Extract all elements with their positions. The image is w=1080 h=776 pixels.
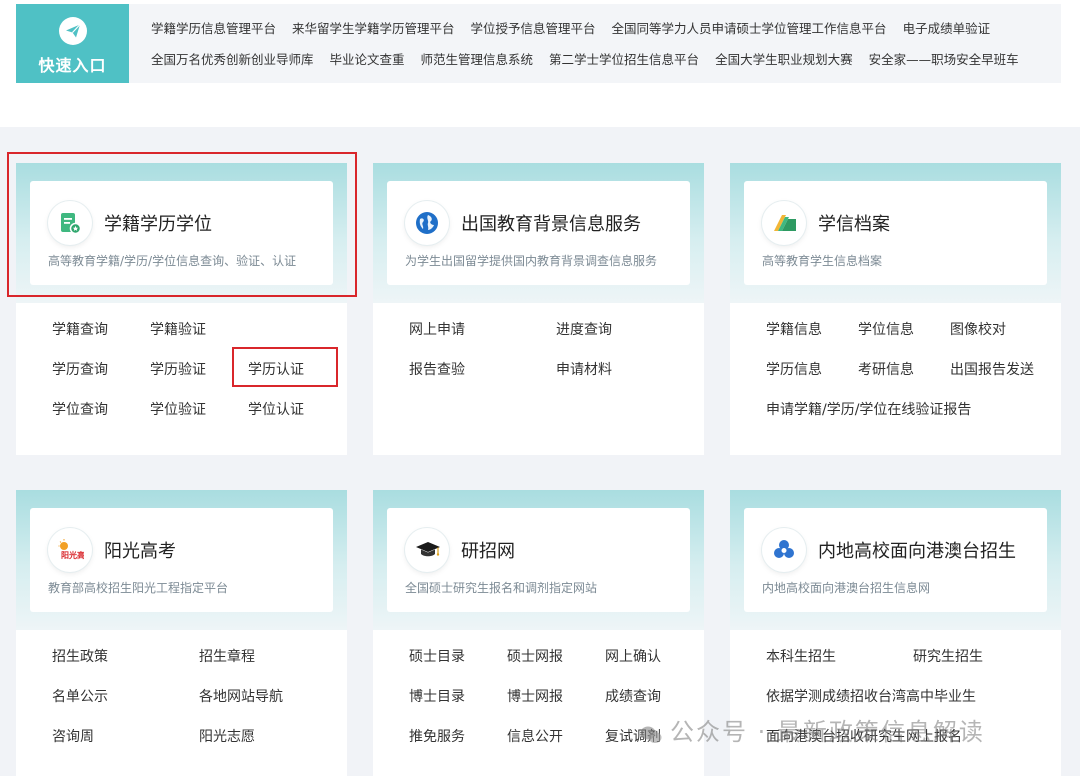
card-header[interactable]: 学信档案 高等教育学生信息档案 bbox=[744, 181, 1047, 285]
quick-entry-bar: 快速入口 学籍学历信息管理平台 来华留学生学籍学历管理平台 学位授予信息管理平台 全国… bbox=[16, 4, 1061, 83]
link-admission-charter[interactable]: 招生章程 bbox=[199, 646, 255, 666]
link-image-check[interactable]: 图像校对 bbox=[950, 319, 1006, 339]
link-sunshine-volunteer[interactable]: 阳光志愿 bbox=[199, 726, 255, 746]
link-xueli-verify[interactable]: 学历验证 bbox=[150, 359, 206, 379]
quick-links: 学籍学历信息管理平台 来华留学生学籍学历管理平台 学位授予信息管理平台 全国同等学力人… bbox=[151, 18, 1051, 80]
link-kaoyan-info[interactable]: 考研信息 bbox=[858, 359, 914, 379]
quick-links-row-2: 全国万名优秀创新创业导师库 毕业论文查重 师范生管理信息系统 第二学士学位招生信息平台… bbox=[151, 49, 1051, 80]
document-badge-icon bbox=[48, 201, 92, 245]
watermark: 公众号 · 最新政策信息解读 bbox=[640, 712, 985, 747]
link-xueli-certify[interactable]: 学历认证 bbox=[248, 359, 304, 379]
card-title: 出国教育背景信息服务 bbox=[461, 214, 641, 235]
watermark-text: 公众号 · 最新政策信息解读 bbox=[670, 718, 985, 746]
link-name-list[interactable]: 名单公示 bbox=[52, 686, 108, 706]
card-title: 内地高校面向港澳台招生 bbox=[818, 541, 1016, 562]
flower-cluster-icon bbox=[762, 528, 806, 572]
graduation-cap-icon bbox=[405, 528, 449, 572]
link-xueji-verify[interactable]: 学籍验证 bbox=[150, 319, 206, 339]
link-report-send[interactable]: 出国报告发送 bbox=[950, 359, 1034, 379]
card-links: 硕士目录 硕士网报 网上确认 博士目录 博士网报 成绩查询 推免服务 信息公开 … bbox=[373, 630, 704, 776]
link-online-confirm[interactable]: 网上确认 bbox=[605, 646, 661, 666]
quick-link[interactable]: 安全家——职场安全早班车 bbox=[869, 49, 1019, 71]
card-chuguo-jiaoyu-beijing: 出国教育背景信息服务 为学生出国留学提供国内教育背景调查信息服务 网上申请 进度… bbox=[373, 163, 704, 455]
link-taiwan-admission[interactable]: 依据学测成绩招收台湾高中毕业生 bbox=[766, 686, 976, 706]
link-info-disclosure[interactable]: 信息公开 bbox=[507, 726, 563, 746]
quick-link[interactable]: 毕业论文查重 bbox=[330, 49, 405, 71]
link-admission-policy[interactable]: 招生政策 bbox=[52, 646, 108, 666]
link-consult-week[interactable]: 咨询周 bbox=[52, 726, 94, 746]
paper-plane-icon bbox=[59, 17, 87, 45]
link-xueji-info[interactable]: 学籍信息 bbox=[766, 319, 822, 339]
quick-link[interactable]: 师范生管理信息系统 bbox=[421, 49, 534, 71]
quick-links-row-1: 学籍学历信息管理平台 来华留学生学籍学历管理平台 学位授予信息管理平台 全国同等学力人… bbox=[151, 18, 1051, 49]
card-header[interactable]: 研招网 全国硕士研究生报名和调剂指定网站 bbox=[387, 508, 690, 612]
link-xueli-query[interactable]: 学历查询 bbox=[52, 359, 108, 379]
card-title: 学籍学历学位 bbox=[104, 214, 212, 235]
quick-entry-badge: 快速入口 bbox=[16, 4, 129, 83]
link-site-nav[interactable]: 各地网站导航 bbox=[199, 686, 283, 706]
link-xueji-query[interactable]: 学籍查询 bbox=[52, 319, 108, 339]
link-xuewei-info[interactable]: 学位信息 bbox=[858, 319, 914, 339]
link-verify-report-apply[interactable]: 申请学籍/学历/学位在线验证报告 bbox=[766, 399, 971, 419]
quick-link[interactable]: 学籍学历信息管理平台 bbox=[151, 18, 276, 40]
card-links: 招生政策 招生章程 名单公示 各地网站导航 咨询周 阳光志愿 bbox=[16, 630, 347, 776]
card-subtitle: 高等教育学生信息档案 bbox=[762, 254, 883, 268]
link-phd-catalog[interactable]: 博士目录 bbox=[409, 686, 465, 706]
card-links: 本科生招生 研究生招生 依据学测成绩招收台湾高中毕业生 面向港澳台招收研究生网上… bbox=[730, 630, 1061, 776]
card-subtitle: 为学生出国留学提供国内教育背景调查信息服务 bbox=[405, 254, 658, 268]
link-xuewei-certify[interactable]: 学位认证 bbox=[248, 399, 304, 419]
link-score-query[interactable]: 成绩查询 bbox=[605, 686, 661, 706]
link-report-check[interactable]: 报告查验 bbox=[409, 359, 465, 379]
quick-link[interactable]: 全国大学生职业规划大赛 bbox=[715, 49, 853, 71]
card-yangguang-gaokao: 阳光高考 阳光高考 教育部高校招生阳光工程指定平台 招生政策 招生章程 名单公示… bbox=[16, 490, 347, 776]
card-xueji-xueli-xuewei: 学籍学历学位 高等教育学籍/学历/学位信息查询、验证、认证 学籍查询 学籍验证 … bbox=[16, 163, 347, 455]
card-header[interactable]: 学籍学历学位 高等教育学籍/学历/学位信息查询、验证、认证 bbox=[30, 181, 333, 285]
card-title: 学信档案 bbox=[818, 214, 890, 235]
link-master-online-apply[interactable]: 硕士网报 bbox=[507, 646, 563, 666]
card-links: 学籍信息 学位信息 图像校对 学历信息 考研信息 出国报告发送 申请学籍/学历/… bbox=[730, 303, 1061, 455]
svg-text:阳光高考: 阳光高考 bbox=[61, 550, 84, 560]
folder-stack-icon bbox=[762, 201, 806, 245]
link-master-catalog[interactable]: 硕士目录 bbox=[409, 646, 465, 666]
card-subtitle: 内地高校面向港澳台招生信息网 bbox=[762, 581, 931, 595]
quick-link[interactable]: 来华留学生学籍学历管理平台 bbox=[292, 18, 455, 40]
card-subtitle: 全国硕士研究生报名和调剂指定网站 bbox=[405, 581, 598, 595]
quick-link[interactable]: 全国万名优秀创新创业导师库 bbox=[151, 49, 314, 71]
link-undergrad-admission[interactable]: 本科生招生 bbox=[766, 646, 836, 666]
quick-link[interactable]: 电子成绩单验证 bbox=[903, 18, 991, 40]
card-subtitle: 高等教育学籍/学历/学位信息查询、验证、认证 bbox=[48, 254, 297, 268]
card-links: 网上申请 进度查询 报告查验 申请材料 bbox=[373, 303, 704, 455]
quick-link[interactable]: 全国同等学力人员申请硕士学位管理工作信息平台 bbox=[612, 18, 887, 40]
link-online-apply[interactable]: 网上申请 bbox=[409, 319, 465, 339]
card-links: 学籍查询 学籍验证 学历查询 学历验证 学历认证 学位查询 学位验证 学位认证 bbox=[16, 303, 347, 455]
globe-icon bbox=[405, 201, 449, 245]
link-recommend-service[interactable]: 推免服务 bbox=[409, 726, 465, 746]
wechat-icon bbox=[640, 723, 662, 743]
card-xuexin-dangan: 学信档案 高等教育学生信息档案 学籍信息 学位信息 图像校对 学历信息 考研信息… bbox=[730, 163, 1061, 455]
link-phd-online-apply[interactable]: 博士网报 bbox=[507, 686, 563, 706]
card-subtitle: 教育部高校招生阳光工程指定平台 bbox=[48, 581, 229, 595]
card-title: 阳光高考 bbox=[104, 541, 176, 562]
sunshine-gaokao-logo-icon: 阳光高考 bbox=[48, 528, 92, 572]
quick-entry-label: 快速入口 bbox=[38, 56, 107, 75]
link-apply-materials[interactable]: 申请材料 bbox=[556, 359, 612, 379]
card-header[interactable]: 阳光高考 阳光高考 教育部高校招生阳光工程指定平台 bbox=[30, 508, 333, 612]
quick-link[interactable]: 第二学士学位招生信息平台 bbox=[549, 49, 699, 71]
link-progress-query[interactable]: 进度查询 bbox=[556, 319, 612, 339]
card-header[interactable]: 出国教育背景信息服务 为学生出国留学提供国内教育背景调查信息服务 bbox=[387, 181, 690, 285]
link-xuewei-verify[interactable]: 学位验证 bbox=[150, 399, 206, 419]
link-grad-admission[interactable]: 研究生招生 bbox=[913, 646, 983, 666]
link-xueli-info[interactable]: 学历信息 bbox=[766, 359, 822, 379]
quick-link[interactable]: 学位授予信息管理平台 bbox=[471, 18, 596, 40]
link-xuewei-query[interactable]: 学位查询 bbox=[52, 399, 108, 419]
card-title: 研招网 bbox=[461, 541, 515, 562]
card-header[interactable]: 内地高校面向港澳台招生 内地高校面向港澳台招生信息网 bbox=[744, 508, 1047, 612]
